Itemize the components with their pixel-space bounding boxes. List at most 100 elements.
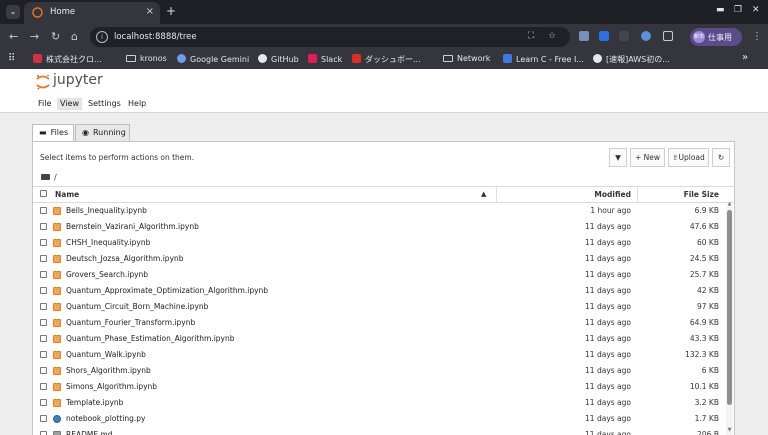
bookmark-network[interactable]: Network: [443, 54, 490, 63]
file-name[interactable]: Grovers_Search.ipynb: [66, 270, 148, 279]
restore-window-icon[interactable]: ❐: [734, 5, 742, 15]
select-all-checkbox[interactable]: [40, 190, 47, 197]
row-checkbox[interactable]: [40, 383, 47, 390]
extension-react-icon[interactable]: [641, 31, 651, 41]
file-row[interactable]: Quantum_Approximate_Optimization_Algorit…: [33, 283, 727, 299]
file-name[interactable]: notebook_plotting.py: [66, 414, 145, 423]
file-row[interactable]: Quantum_Circuit_Born_Machine.ipynb 11 day…: [33, 299, 727, 315]
scroll-up-arrow-icon[interactable]: ▲: [726, 201, 733, 207]
column-modified[interactable]: Modified: [573, 187, 631, 202]
row-checkbox[interactable]: [40, 431, 47, 435]
translate-icon[interactable]: ⛶: [528, 31, 534, 41]
row-checkbox[interactable]: [40, 223, 47, 230]
bookmark-slack[interactable]: Slack: [308, 54, 342, 64]
file-row[interactable]: notebook_plotting.py 11 days ago 1.7 KB: [33, 411, 727, 427]
minimize-window-icon[interactable]: ▬: [716, 5, 725, 15]
tab-search-chevron-icon[interactable]: ⌄: [6, 5, 20, 19]
row-checkbox[interactable]: [40, 255, 47, 262]
file-name[interactable]: Shors_Algorithm.ipynb: [66, 366, 151, 375]
scroll-down-arrow-icon[interactable]: ▼: [726, 427, 733, 433]
file-row[interactable]: Grovers_Search.ipynb 11 days ago 25.7 KB: [33, 267, 727, 283]
file-row[interactable]: Bernstein_Vazirani_Algorithm.ipynb 11 day…: [33, 219, 727, 235]
file-row[interactable]: Simons_Algorithm.ipynb 11 days ago 10.1 KB: [33, 379, 727, 395]
file-row[interactable]: Quantum_Walk.ipynb 11 days ago 132.3 KB: [33, 347, 727, 363]
extensions-puzzle-icon[interactable]: [663, 31, 673, 41]
file-row[interactable]: README.md 11 days ago 206 B: [33, 427, 727, 435]
menu-file[interactable]: File: [35, 98, 54, 110]
sort-ascending-icon[interactable]: ▲: [481, 187, 486, 202]
row-checkbox[interactable]: [40, 351, 47, 358]
file-name[interactable]: CHSH_Inequality.ipynb: [66, 238, 150, 247]
forward-arrow-icon[interactable]: →: [30, 30, 39, 43]
scrollbar-thumb[interactable]: [727, 210, 732, 405]
menu-view[interactable]: View: [57, 98, 82, 110]
row-checkbox[interactable]: [40, 415, 47, 422]
file-row[interactable]: Quantum_Phase_Estimation_Algorithm.ipynb…: [33, 331, 727, 347]
address-bar[interactable]: i localhost:8888/tree ⛶ ☆: [90, 27, 570, 47]
filter-button[interactable]: ▼: [609, 148, 627, 167]
column-file-size[interactable]: File Size: [653, 187, 719, 202]
home-icon[interactable]: ⌂: [71, 30, 78, 43]
bookmark-github[interactable]: GitHub: [258, 54, 299, 64]
breadcrumb-path[interactable]: /: [54, 173, 57, 182]
refresh-button[interactable]: ↻: [712, 148, 730, 167]
row-checkbox[interactable]: [40, 287, 47, 294]
file-name[interactable]: Deutsch_Jozsa_Algorithm.ipynb: [66, 254, 184, 263]
tab-running[interactable]: ◉ Running: [75, 124, 130, 141]
file-name[interactable]: Bells_Inequality.ipynb: [66, 206, 147, 215]
bookmark-star-icon[interactable]: ☆: [548, 31, 556, 41]
row-checkbox[interactable]: [40, 399, 47, 406]
close-window-icon[interactable]: ✕: [752, 5, 760, 15]
file-name[interactable]: README.md: [66, 430, 113, 435]
bookmark-corporate[interactable]: 株式会社クロ...: [33, 54, 102, 65]
bookmark-kronos[interactable]: kronos: [126, 54, 167, 63]
row-checkbox[interactable]: [40, 207, 47, 214]
profile-chip[interactable]: 新市 仕事用: [690, 28, 742, 46]
back-arrow-icon[interactable]: ←: [9, 30, 18, 43]
file-name[interactable]: Quantum_Circuit_Born_Machine.ipynb: [66, 302, 208, 311]
file-row[interactable]: Shors_Algorithm.ipynb 11 days ago 6 KB: [33, 363, 727, 379]
row-checkbox[interactable]: [40, 319, 47, 326]
new-button[interactable]: + New: [630, 148, 665, 167]
menu-settings[interactable]: Settings: [85, 98, 124, 110]
tab-close-icon[interactable]: ×: [146, 6, 154, 17]
jupyter-logo-text[interactable]: jupyter: [53, 72, 103, 88]
column-name[interactable]: Name: [55, 187, 79, 202]
file-row[interactable]: CHSH_Inequality.ipynb 11 days ago 60 KB: [33, 235, 727, 251]
file-name[interactable]: Simons_Algorithm.ipynb: [66, 382, 157, 391]
column-divider[interactable]: [496, 187, 497, 202]
row-checkbox[interactable]: [40, 335, 47, 342]
tab-files[interactable]: ▬ Files: [32, 124, 74, 142]
upload-button[interactable]: ⇧Upload: [668, 148, 709, 167]
extension-v-icon[interactable]: [579, 31, 589, 41]
file-name[interactable]: Quantum_Walk.ipynb: [66, 350, 146, 359]
file-name[interactable]: Quantum_Phase_Estimation_Algorithm.ipynb: [66, 334, 235, 343]
new-tab-plus-icon[interactable]: +: [166, 4, 176, 18]
row-checkbox[interactable]: [40, 303, 47, 310]
row-checkbox[interactable]: [40, 367, 47, 374]
row-checkbox[interactable]: [40, 239, 47, 246]
file-name[interactable]: Quantum_Approximate_Optimization_Algorit…: [66, 286, 268, 295]
file-row[interactable]: Bells_Inequality.ipynb 1 hour ago 6.9 KB: [33, 203, 727, 219]
site-info-icon[interactable]: i: [96, 31, 108, 43]
file-name[interactable]: Quantum_Fourier_Transform.ipynb: [66, 318, 195, 327]
file-row[interactable]: Deutsch_Jozsa_Algorithm.ipynb 11 days ago…: [33, 251, 727, 267]
reload-icon[interactable]: ↻: [51, 30, 60, 43]
extension-check-icon[interactable]: [599, 31, 609, 41]
apps-grid-icon[interactable]: ⠿: [8, 53, 15, 64]
column-divider[interactable]: [637, 187, 638, 202]
file-name[interactable]: Bernstein_Vazirani_Algorithm.ipynb: [66, 222, 199, 231]
browser-tab-home[interactable]: Home ×: [24, 2, 160, 24]
address-url[interactable]: localhost:8888/tree: [114, 32, 197, 42]
extension-shield-icon[interactable]: [619, 31, 629, 41]
bookmark-gemini[interactable]: Google Gemini: [177, 54, 249, 64]
menu-help[interactable]: Help: [125, 98, 149, 110]
bookmark-aws-news[interactable]: [速報]AWS初の...: [593, 54, 670, 65]
home-folder-icon[interactable]: [41, 174, 50, 180]
bookmark-learn-c[interactable]: Learn C - Free I...: [503, 54, 584, 64]
browser-menu-icon[interactable]: ⋮: [752, 31, 762, 42]
file-row[interactable]: Quantum_Fourier_Transform.ipynb 11 days a…: [33, 315, 727, 331]
row-checkbox[interactable]: [40, 271, 47, 278]
more-bookmarks-chevron-icon[interactable]: »: [742, 52, 748, 63]
file-name[interactable]: Template.ipynb: [66, 398, 123, 407]
